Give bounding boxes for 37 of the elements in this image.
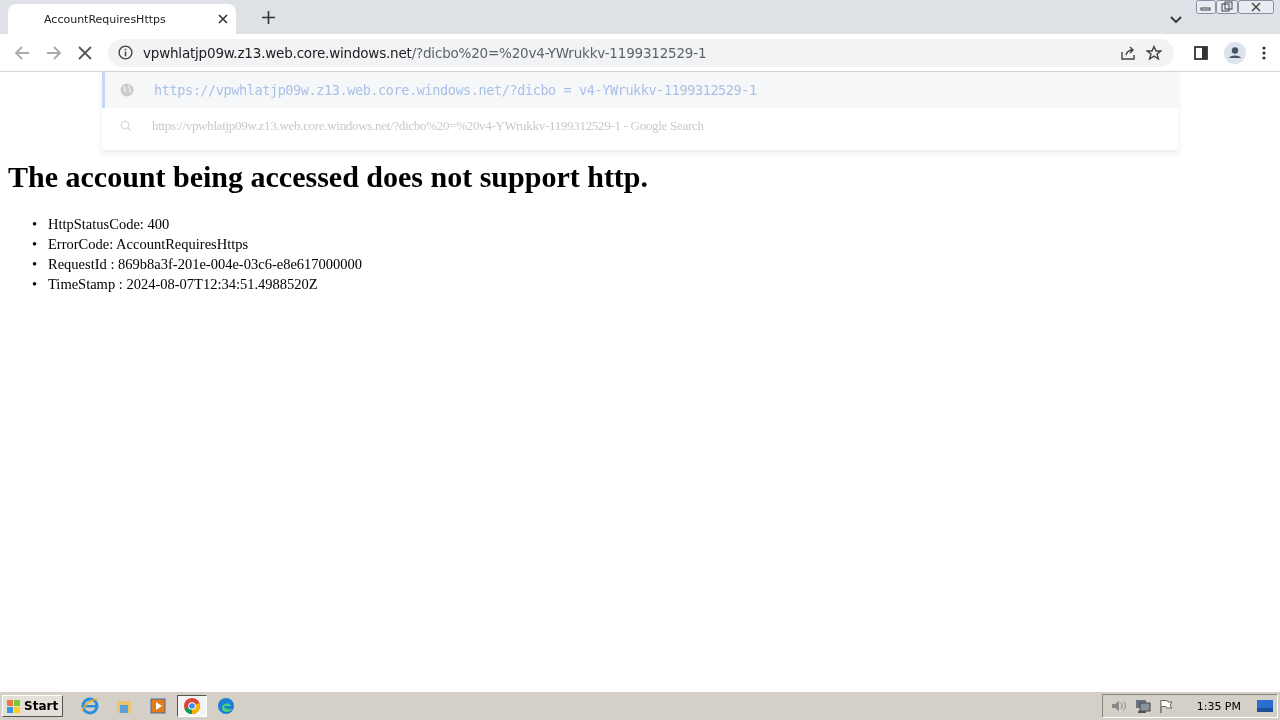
start-button[interactable]: Start: [2, 695, 64, 717]
restore-icon[interactable]: [1216, 0, 1238, 14]
close-icon[interactable]: [1238, 0, 1274, 14]
e-logo-icon: [81, 697, 100, 715]
page-heading: The account being accessed does not support http.: [8, 160, 649, 194]
error-detail: RequestId : 869b8a3f-201e-004e-03c6-e8e617000000: [48, 255, 363, 274]
close-icon[interactable]: [218, 14, 228, 24]
new-tab-icon[interactable]: [262, 11, 275, 24]
bullet: •: [32, 235, 39, 254]
chevron-down-icon[interactable]: [1170, 16, 1182, 24]
bullet: •: [32, 215, 39, 234]
error-detail: HttpStatusCode: 400: [48, 215, 170, 234]
four-squares-icon: [7, 699, 21, 713]
address-bar[interactable]: vpwhlatjp09w.z13.web.core.windows.net/?dicbo%20=%20v4-YWrukkv-1199312529-1: [108, 38, 1174, 67]
minimize-icon[interactable]: [1196, 0, 1216, 14]
taskbar-app[interactable]: [177, 695, 208, 717]
bullet: •: [32, 275, 39, 294]
play-icon: [149, 697, 168, 715]
search-icon: [120, 120, 132, 132]
flag-icon[interactable]: [1158, 699, 1173, 713]
menu-icon[interactable]: [1262, 45, 1266, 60]
star-icon[interactable]: [1146, 44, 1162, 61]
bullet: •: [32, 255, 39, 274]
info-icon[interactable]: [118, 45, 133, 60]
url-text: vpwhlatjp09w.z13.web.core.windows.net/?dicbo%20=%20v4-YWrukkv-1199312529-1: [143, 44, 707, 61]
globe-icon: [120, 83, 134, 97]
stop-icon[interactable]: [78, 45, 92, 60]
error-detail: ErrorCode: AccountRequiresHttps: [48, 235, 249, 254]
profile-icon[interactable]: [1224, 41, 1246, 64]
side-panel-icon[interactable]: [1194, 45, 1208, 60]
share-icon[interactable]: [1120, 44, 1136, 61]
swirl-logo-icon: [217, 697, 236, 715]
clock-text: 1:35 PM: [1196, 699, 1241, 713]
network-icon[interactable]: [1134, 699, 1151, 713]
round-logo-icon: [183, 697, 202, 715]
browser-tab[interactable]: AccountRequiresHttps: [8, 4, 236, 34]
error-detail: TimeStamp : 2024-08-07T12:34:51.4988520Z: [48, 275, 318, 294]
